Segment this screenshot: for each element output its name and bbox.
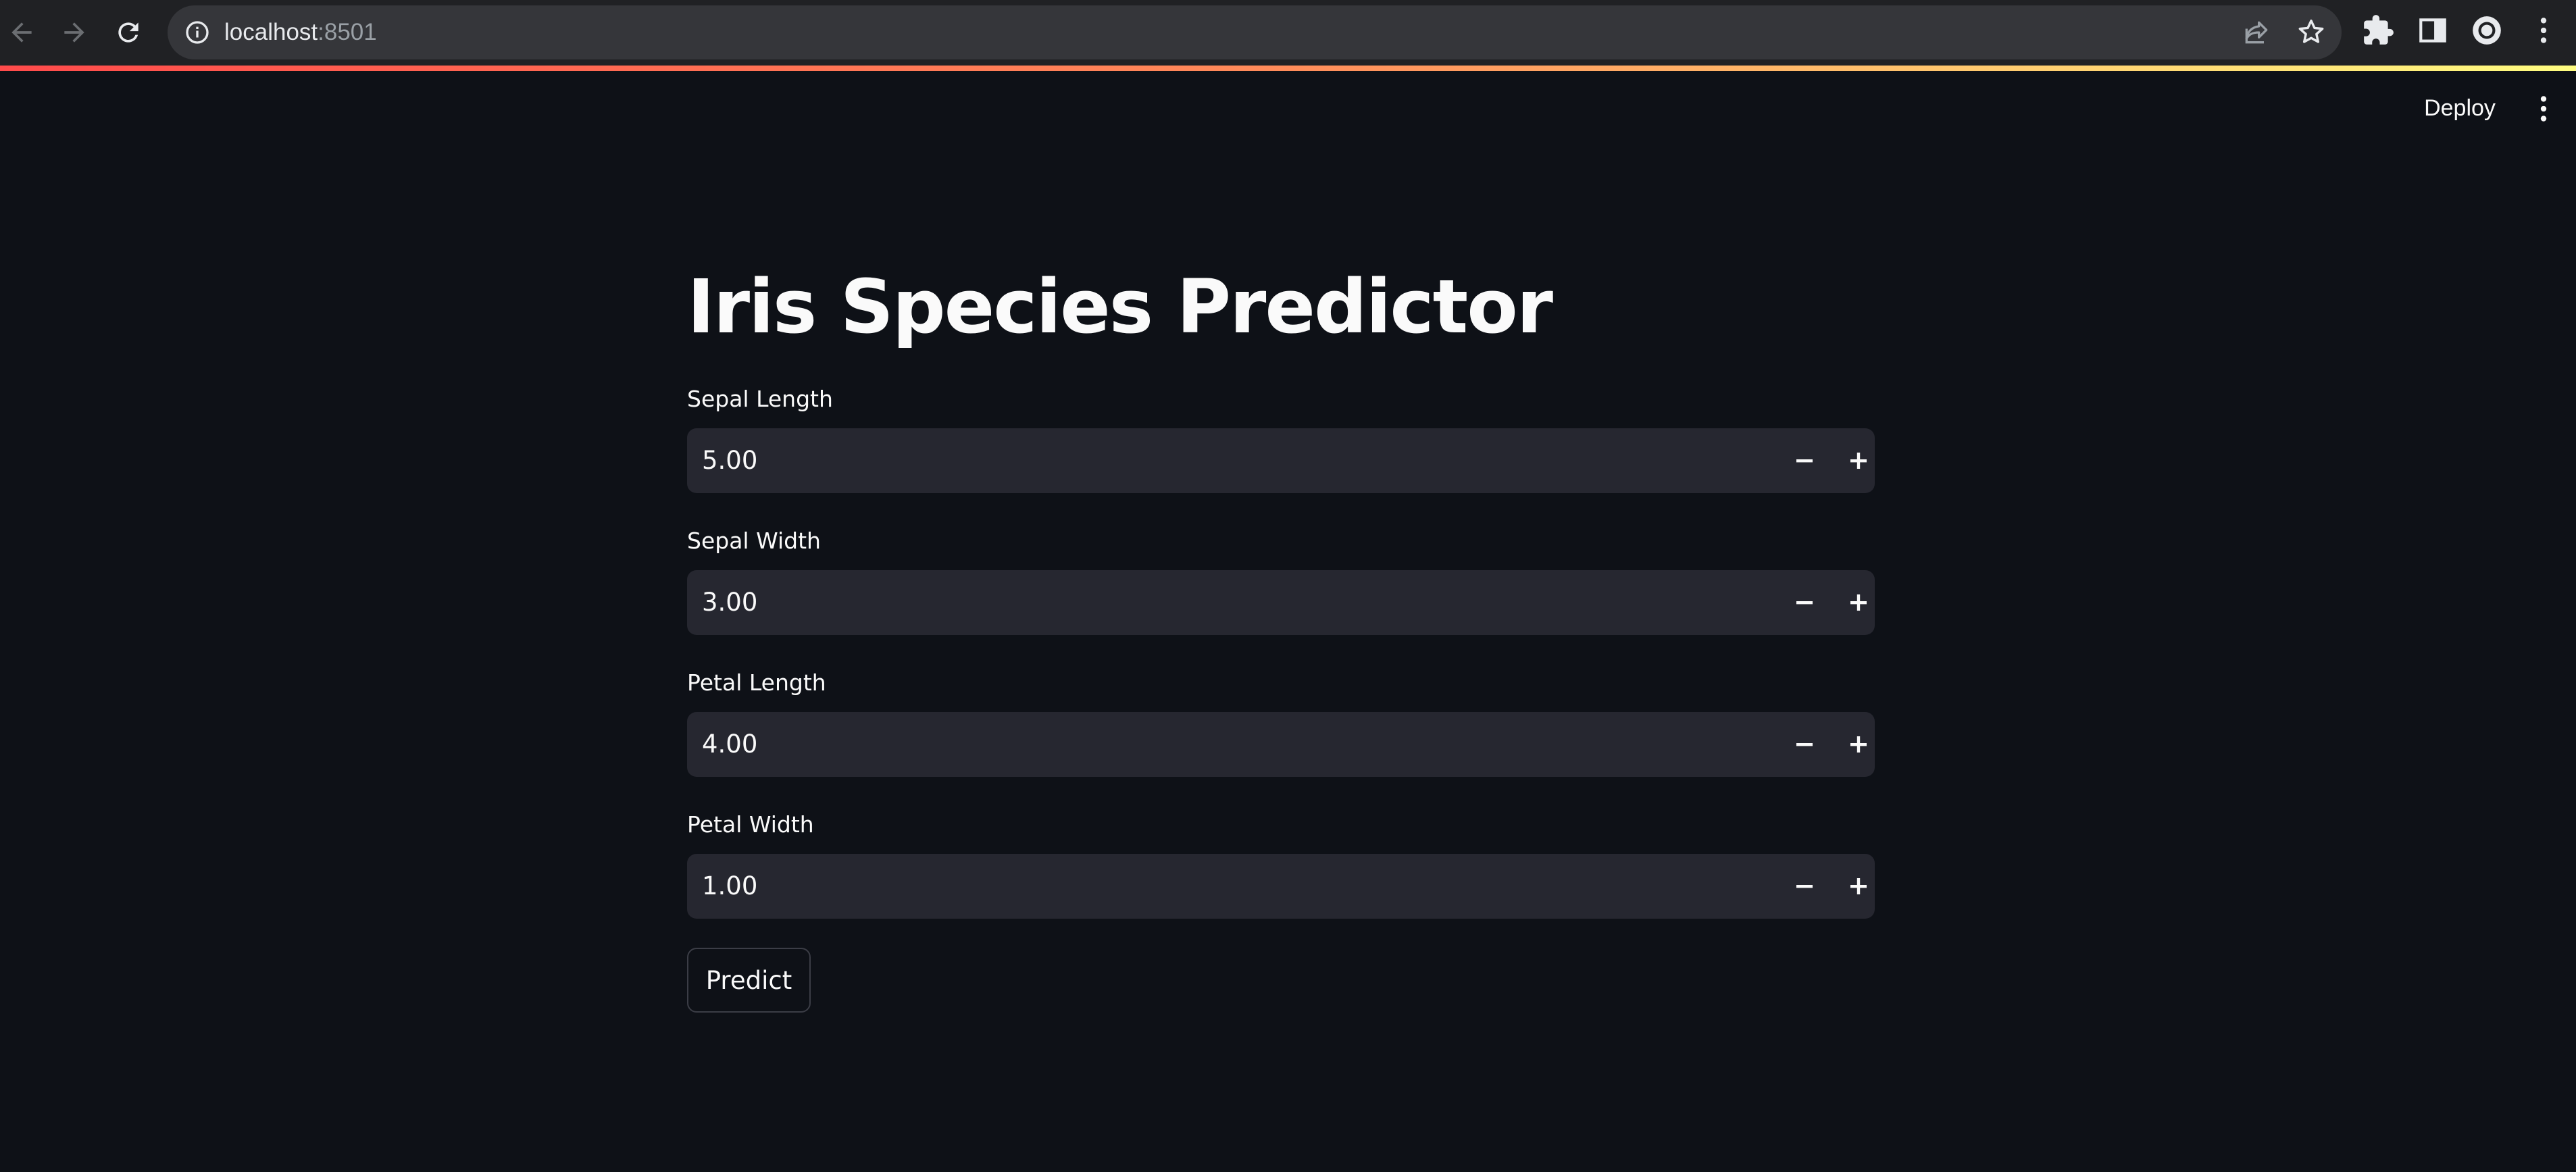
sepal-length-label: Sepal Length xyxy=(687,386,833,412)
minus-icon xyxy=(1796,743,1813,746)
sepal-length-value[interactable]: 5.00 xyxy=(702,428,757,493)
plus-icon xyxy=(1850,594,1867,611)
info-icon[interactable] xyxy=(184,19,211,46)
kebab-menu-icon[interactable] xyxy=(2527,92,2560,126)
plus-icon xyxy=(1850,453,1867,469)
browser-toolbar: localhost:8501 xyxy=(0,0,2576,66)
url-host: localhost xyxy=(224,19,318,45)
page-title: Iris Species Predictor xyxy=(687,263,1553,350)
plus-icon xyxy=(1850,878,1867,894)
petal-width-decrement-button[interactable] xyxy=(1777,854,1832,919)
minus-icon xyxy=(1796,885,1813,888)
sepal-width-decrement-button[interactable] xyxy=(1777,570,1832,635)
plus-icon xyxy=(1850,736,1867,753)
puzzle-icon[interactable] xyxy=(2361,14,2395,47)
share-icon[interactable] xyxy=(2242,18,2271,47)
sepal-length-input[interactable]: 5.00 xyxy=(687,428,1875,493)
deploy-button[interactable]: Deploy xyxy=(2412,88,2508,128)
header-decoration-strip xyxy=(0,66,2576,71)
back-button[interactable] xyxy=(3,14,41,51)
minus-icon xyxy=(1796,459,1813,463)
address-bar[interactable]: localhost:8501 xyxy=(168,5,2342,59)
url-port: :8501 xyxy=(318,19,377,45)
minus-icon xyxy=(1796,601,1813,605)
sepal-width-value[interactable]: 3.00 xyxy=(702,570,757,635)
reload-icon xyxy=(118,22,138,43)
arrow-left-icon xyxy=(11,22,32,43)
sepal-width-increment-button[interactable] xyxy=(1832,570,1886,635)
sepal-length-increment-button[interactable] xyxy=(1832,428,1886,493)
petal-length-value[interactable]: 4.00 xyxy=(702,712,757,777)
petal-width-value[interactable]: 1.00 xyxy=(702,854,757,919)
petal-length-increment-button[interactable] xyxy=(1832,712,1886,777)
arrow-right-icon xyxy=(64,22,84,43)
petal-length-label: Petal Length xyxy=(687,669,826,696)
profile-icon[interactable] xyxy=(2470,14,2504,47)
sepal-width-input[interactable]: 3.00 xyxy=(687,570,1875,635)
petal-length-decrement-button[interactable] xyxy=(1777,712,1832,777)
star-icon[interactable] xyxy=(2296,16,2327,47)
forward-button[interactable] xyxy=(55,14,93,51)
sepal-width-label: Sepal Width xyxy=(687,528,821,554)
petal-width-increment-button[interactable] xyxy=(1832,854,1886,919)
kebab-menu-icon[interactable] xyxy=(2527,14,2560,47)
url-text[interactable]: localhost:8501 xyxy=(224,5,377,59)
petal-length-input[interactable]: 4.00 xyxy=(687,712,1875,777)
predict-button[interactable]: Predict xyxy=(687,948,811,1013)
side-panel-icon[interactable] xyxy=(2416,14,2450,47)
sepal-length-decrement-button[interactable] xyxy=(1777,428,1832,493)
petal-width-label: Petal Width xyxy=(687,811,814,838)
reload-button[interactable] xyxy=(109,14,147,51)
petal-width-input[interactable]: 1.00 xyxy=(687,854,1875,919)
